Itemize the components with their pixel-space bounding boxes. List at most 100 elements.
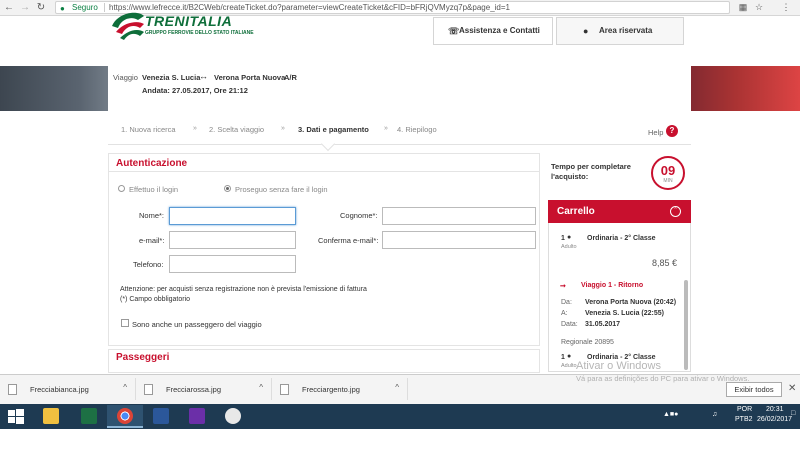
login-option-label: Effettuo il login [129, 185, 179, 194]
translate-icon[interactable]: ▦ [737, 2, 749, 13]
telefono-field[interactable] [169, 255, 296, 273]
download-item[interactable]: Frecciargento.jpg ^ [276, 378, 408, 400]
trip-to: Verona Porta Nuova [214, 73, 286, 82]
nome-field[interactable] [169, 207, 296, 225]
chrome-icon[interactable] [107, 405, 143, 428]
forward-icon[interactable]: → [18, 1, 32, 15]
cognome-label: Cognome*: [340, 211, 378, 220]
trip-summary: Viaggio Venezia S. Lucia ↔ Verona Porta … [108, 66, 691, 115]
activation-watermark-text: Vá para as definições do PC para ativar … [576, 374, 750, 383]
email-field[interactable] [169, 231, 296, 249]
telefono-label: Telefono: [133, 260, 164, 269]
clock-date[interactable]: 26/02/2017 [757, 416, 792, 423]
word-icon[interactable] [143, 405, 179, 428]
cart-item1-desc: Ordinaria - 2° Classe [587, 235, 656, 242]
chevron-up-icon[interactable]: ^ [123, 383, 127, 392]
reserved-area-button[interactable]: ● Area riservata [556, 17, 684, 45]
trip-type: A/R [284, 73, 297, 82]
person-icon: ● [567, 234, 572, 241]
guest-option-label: Proseguo senza fare il login [235, 185, 328, 194]
passenger-checkbox-label: Sono anche un passeggero del viaggio [132, 320, 262, 329]
image-file-icon [8, 384, 17, 395]
cart-train: Regionale 20895 [561, 339, 614, 346]
cart-data-value: 31.05.2017 [585, 321, 621, 328]
timer-value: 09 [660, 163, 676, 178]
timer-unit: MIN [663, 178, 673, 184]
checkout-steps: 1. Nuova ricerca » 2. Scelta viaggio » 3… [108, 115, 691, 152]
login-radio[interactable] [118, 185, 125, 192]
confirm-email-label: Conferma e-mail*: [318, 236, 379, 245]
active-step-pointer [320, 136, 336, 152]
help-icon[interactable]: ? [666, 125, 678, 137]
close-icon[interactable]: ✕ [788, 383, 796, 394]
back-icon[interactable]: ← [2, 1, 16, 15]
star-icon[interactable]: ☆ [753, 2, 765, 13]
nome-label: Nome*: [139, 211, 165, 220]
input-language-2[interactable]: PTB2 [735, 416, 753, 423]
show-all-downloads-button[interactable]: Exibir todos [726, 382, 782, 397]
file-explorer-icon[interactable] [33, 405, 69, 428]
two-way-arrow-icon: ↔ [199, 71, 208, 81]
windows-start-icon[interactable] [6, 407, 26, 427]
assistance-button[interactable]: ☏ Assistenza e Contatti [433, 17, 553, 45]
clock-time[interactable]: 20:31 [766, 406, 784, 413]
confirm-email-field[interactable] [382, 231, 536, 249]
phone-icon: ☏ [448, 26, 460, 36]
cart-data-label: Data: [561, 321, 578, 328]
email-label: e-mail*: [139, 236, 165, 245]
timer-label: Tempo per completare l'acquisto: [551, 162, 631, 181]
excel-icon[interactable] [71, 405, 107, 428]
input-language-1[interactable]: POR [737, 406, 752, 413]
cart-item2-sub: Adulto [561, 363, 577, 369]
notifications-icon[interactable]: □ [791, 410, 795, 417]
bottom-margin [0, 429, 800, 450]
guest-radio[interactable] [224, 185, 231, 192]
brand-subtitle: GRUPPO FERROVIE DELLO STATO ITALIANE [145, 30, 254, 36]
paint-icon[interactable] [215, 405, 251, 428]
cart-scrollbar[interactable] [684, 280, 688, 370]
image-file-icon [144, 384, 153, 395]
arrow-right-icon: ➞ [560, 283, 566, 290]
help-link[interactable]: Help [648, 128, 663, 137]
chevron-right-icon: » [384, 125, 388, 132]
menu-icon[interactable]: ⋮ [780, 2, 792, 13]
passenger-checkbox[interactable] [121, 319, 129, 327]
step-1[interactable]: 1. Nuova ricerca [121, 125, 176, 134]
download-filename: Frecciargento.jpg [302, 385, 360, 394]
required-note: (*) Campo obbligatorio [120, 296, 191, 303]
tray-icons[interactable]: ▲■● [663, 411, 678, 418]
cart-trip-title: Viaggio 1 - Ritorno [581, 282, 644, 289]
cognome-field[interactable] [382, 207, 536, 225]
chevron-up-icon[interactable]: ^ [259, 383, 263, 392]
chevron-right-icon: » [281, 125, 285, 132]
download-item[interactable]: Frecciarossa.jpg ^ [140, 378, 272, 400]
cart-da-value: Verona Porta Nuova (20:42) [585, 299, 677, 306]
brand-name: TRENITALIA [145, 13, 233, 29]
chevron-up-icon[interactable]: ^ [395, 383, 399, 392]
volume-icon[interactable]: ♫ [712, 411, 717, 418]
assistance-label: Assistenza e Contatti [459, 26, 540, 35]
step-2[interactable]: 2. Scelta viaggio [209, 125, 264, 134]
download-filename: Frecciabianca.jpg [30, 385, 89, 394]
cart-item1-sub: Adulto [561, 244, 577, 250]
auth-title: Autenticazione [116, 158, 188, 169]
activation-watermark-title: Ativar o Windows [576, 360, 661, 372]
cart-a-label: A: [561, 310, 568, 317]
search-app-icon[interactable] [179, 405, 215, 428]
download-item[interactable]: Frecciabianca.jpg ^ [4, 378, 136, 400]
passengers-title: Passeggeri [116, 352, 170, 363]
authentication-panel [108, 153, 540, 346]
download-filename: Frecciarossa.jpg [166, 385, 222, 394]
cart-a-value: Venezia S. Lucia (22:55) [585, 310, 664, 317]
secure-label: Seguro [72, 3, 98, 12]
cart-title: Carrello [557, 206, 595, 217]
divider [108, 171, 540, 172]
cart-price: 8,85 € [652, 258, 678, 268]
collapse-icon[interactable]: ˆ [670, 206, 681, 217]
trip-from: Venezia S. Lucia [142, 73, 201, 82]
lock-icon: ● [60, 4, 65, 13]
reload-icon[interactable]: ↻ [34, 1, 48, 15]
reserved-area-label: Area riservata [599, 26, 653, 35]
step-4: 4. Riepilogo [397, 125, 437, 134]
step-3: 3. Dati e pagamento [298, 125, 369, 134]
